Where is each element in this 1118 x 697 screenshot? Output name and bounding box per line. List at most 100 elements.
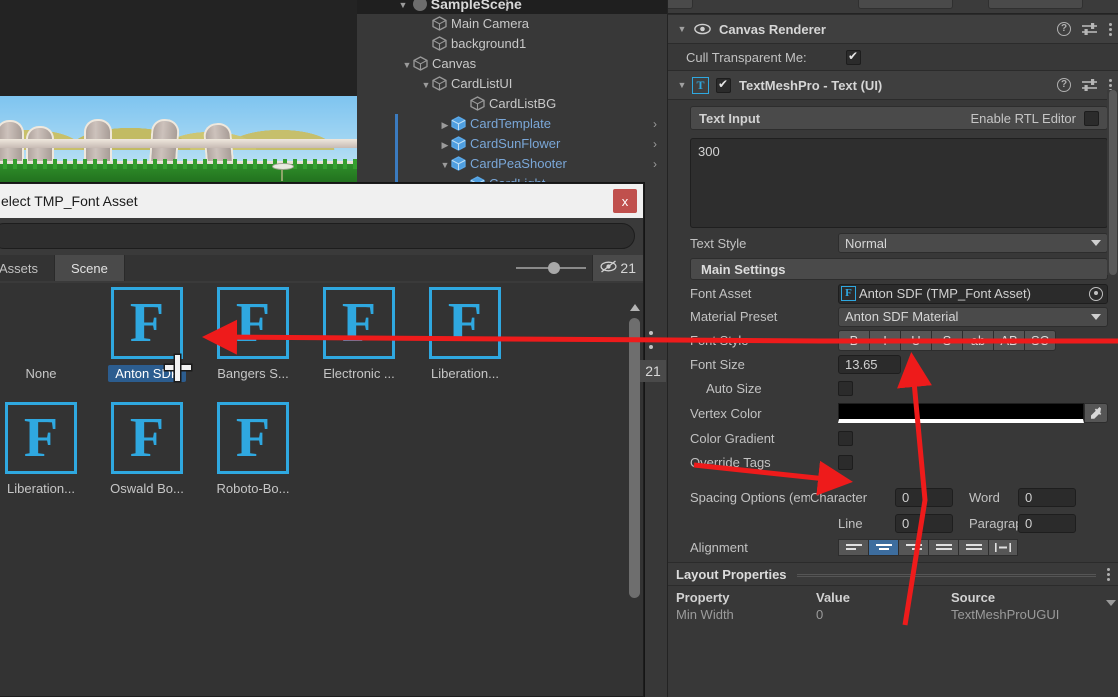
asset-item[interactable]: F Anton SDF — [99, 287, 195, 385]
side-kebab-icon[interactable] — [648, 330, 653, 350]
picker-grid-scrollbar[interactable] — [628, 304, 641, 604]
hierarchy-item-cardsunflower[interactable]: ▶ CardSunFlower › — [357, 134, 667, 154]
font-style-lowercase-button[interactable]: ab — [962, 329, 993, 351]
eyedropper-icon[interactable] — [1084, 403, 1108, 423]
twisty-icon[interactable]: ▶ — [439, 135, 451, 155]
font-asset-thumbnail[interactable]: F — [323, 287, 395, 359]
slider-knob[interactable] — [548, 262, 561, 274]
twisty-icon[interactable]: ▼ — [420, 75, 432, 95]
picker-tab-scene[interactable]: Scene — [55, 255, 125, 281]
asset-item[interactable]: F Roboto-Bo... — [205, 402, 301, 500]
spacing-paragraph-field[interactable]: 0 — [1018, 513, 1076, 533]
alignment-buttons[interactable] — [838, 538, 1018, 556]
asset-item[interactable]: F Liberation... — [0, 402, 89, 500]
asset-item[interactable]: F Oswald Bo... — [99, 402, 195, 500]
asset-item[interactable]: F Liberation... — [417, 287, 513, 385]
font-asset-object-field[interactable]: F Anton SDF (TMP_Font Asset) — [838, 283, 1108, 304]
picker-asset-grid[interactable]: None F Anton SDF F Bangers S... F Electronic .… — [0, 283, 643, 696]
chevron-right-icon[interactable]: › — [653, 114, 657, 134]
font-asset-thumbnail[interactable]: F — [429, 287, 501, 359]
font-asset-thumbnail[interactable]: F — [5, 402, 77, 474]
tmp-font-asset-picker-dialog[interactable]: elect TMP_Font Asset x Assets Scene 21 N… — [0, 183, 644, 697]
spacing-line-field[interactable]: 0 — [895, 513, 953, 533]
material-preset-dropdown[interactable]: Anton SDF Material — [838, 306, 1108, 327]
thumbnail-size-slider[interactable] — [516, 255, 592, 281]
cull-transparent-checkbox[interactable] — [846, 49, 861, 65]
slider-track[interactable] — [516, 262, 587, 274]
font-style-underline-button[interactable]: U — [900, 329, 931, 351]
stub-button-2[interactable] — [858, 0, 953, 9]
header-icons-textmeshpro[interactable]: ? — [1057, 78, 1112, 92]
textmeshpro-enabled-checkbox[interactable] — [716, 77, 731, 93]
component-header-canvas-renderer[interactable]: ▼ Canvas Renderer ? — [668, 14, 1118, 44]
kebab-menu-icon[interactable] — [1108, 22, 1112, 36]
hierarchy-list[interactable]: Main Camera background1 ▼ Canvas ▼ CardListUI… — [357, 14, 667, 186]
font-asset-thumbnail[interactable]: F — [111, 287, 183, 359]
font-style-uppercase-button[interactable]: AB — [993, 329, 1024, 351]
main-settings-bar[interactable]: Main Settings — [690, 258, 1108, 280]
inspector-panel[interactable]: ▼ Canvas Renderer ? Cull Transparent Me:… — [667, 0, 1118, 697]
scroll-down-arrow-icon[interactable] — [1106, 600, 1116, 606]
hidden-assets-badge[interactable]: 21 — [592, 255, 643, 281]
inspector-scrollbar[interactable] — [1107, 90, 1118, 275]
font-style-bold-button[interactable]: B — [838, 329, 869, 351]
text-style-dropdown[interactable]: Normal — [838, 233, 1108, 253]
foldout-icon-canvas-renderer[interactable]: ▼ — [674, 24, 690, 34]
header-icons-canvas-renderer[interactable]: ? — [1057, 22, 1112, 36]
help-icon[interactable]: ? — [1057, 22, 1071, 36]
text-value-textarea[interactable]: 300 — [690, 138, 1108, 228]
object-picker-icon[interactable] — [1089, 286, 1103, 301]
kebab-menu-icon[interactable] — [1106, 567, 1110, 581]
hierarchy-item-cardlistui[interactable]: ▼ CardListUI — [357, 74, 667, 94]
root-twisty-icon[interactable]: ▼ — [397, 0, 409, 15]
twisty-icon[interactable]: ▶ — [439, 115, 451, 135]
hierarchy-item-background1[interactable]: background1 — [357, 34, 667, 54]
cull-transparent-row[interactable]: Cull Transparent Me: — [668, 44, 1118, 70]
preset-icon[interactable] — [1082, 22, 1097, 36]
eye-icon[interactable] — [694, 22, 711, 36]
twisty-icon[interactable]: ▼ — [401, 55, 413, 75]
hierarchy-root-row[interactable]: ▼ SampleScene ⋮ — [357, 0, 522, 14]
font-asset-thumbnail[interactable]: F — [217, 402, 289, 474]
font-asset-thumbnail[interactable]: F — [111, 402, 183, 474]
vertex-color-swatch[interactable] — [838, 403, 1084, 423]
hierarchy-item-canvas[interactable]: ▼ Canvas — [357, 54, 667, 74]
font-asset-thumbnail[interactable]: F — [217, 287, 289, 359]
foldout-icon-textmeshpro[interactable]: ▼ — [674, 80, 690, 90]
picker-tabs[interactable]: Assets Scene 21 — [0, 255, 643, 281]
help-icon[interactable]: ? — [1057, 78, 1071, 92]
align-center-button[interactable] — [868, 538, 898, 556]
hierarchy-item-main camera[interactable]: Main Camera — [357, 14, 667, 34]
rtl-checkbox[interactable] — [1084, 110, 1099, 126]
scrollbar-thumb[interactable] — [629, 318, 640, 598]
override-tags-checkbox[interactable] — [838, 454, 853, 470]
font-style-italic-button[interactable]: I — [869, 329, 900, 351]
close-icon[interactable]: x — [613, 189, 637, 213]
asset-item[interactable]: F Bangers S... — [205, 287, 301, 385]
font-size-field[interactable]: 13.65 — [838, 354, 901, 374]
hierarchy-item-cardpeashooter[interactable]: ▼ CardPeaShooter › — [357, 154, 667, 174]
game-view[interactable] — [0, 0, 357, 186]
font-style-strike-button[interactable]: S — [931, 329, 962, 351]
align-left-button[interactable] — [838, 538, 868, 556]
hierarchy-panel[interactable]: ▼ SampleScene ⋮ Main Camera background1 ▼ C… — [357, 0, 667, 186]
chevron-right-icon[interactable]: › — [653, 154, 657, 174]
hierarchy-item-cardlistbg[interactable]: CardListBG — [357, 94, 667, 114]
chevron-right-icon[interactable]: › — [653, 134, 657, 154]
asset-item[interactable]: F Electronic ... — [311, 287, 407, 385]
font-style-smallcaps-button[interactable]: SC — [1024, 329, 1057, 351]
preset-icon[interactable] — [1082, 78, 1097, 92]
auto-size-checkbox[interactable] — [838, 380, 853, 396]
layout-properties-bar[interactable]: Layout Properties — [668, 562, 1118, 586]
asset-item[interactable]: None — [0, 287, 89, 385]
hierarchy-kebab-icon[interactable]: ⋮ — [500, 0, 514, 14]
picker-tab-assets[interactable]: Assets — [0, 255, 56, 281]
align-justified-button[interactable] — [928, 538, 958, 556]
align-geometry-button[interactable] — [988, 538, 1018, 556]
font-style-buttons[interactable]: B I U S ab AB SC — [838, 329, 1057, 351]
hierarchy-item-cardtemplate[interactable]: ▶ CardTemplate › — [357, 114, 667, 134]
stub-button-1[interactable] — [668, 0, 693, 9]
picker-search-input[interactable] — [0, 223, 635, 249]
color-gradient-checkbox[interactable] — [838, 430, 853, 446]
twisty-icon[interactable]: ▼ — [439, 155, 451, 175]
